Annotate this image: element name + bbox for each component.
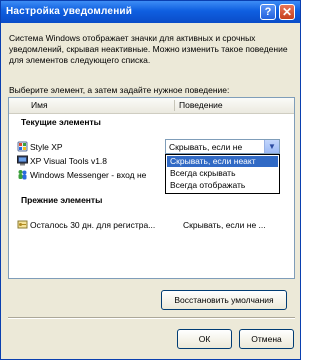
notification-settings-dialog: Настройка уведомлений ? ✕ Система Window…: [0, 0, 301, 360]
item-name: Windows Messenger - вход не: [30, 170, 147, 180]
column-divider[interactable]: [174, 100, 175, 111]
group-current-items: Текущие элементы: [21, 117, 101, 127]
chevron-down-icon[interactable]: ▼: [264, 140, 279, 153]
behavior-option-hide-when-inactive[interactable]: Скрывать, если неакт: [167, 156, 278, 167]
group-past-items: Прежние элементы: [21, 195, 103, 205]
dialog-divider: [8, 317, 295, 319]
instruction-text: Выберите элемент, а затем задайте нужное…: [9, 85, 230, 95]
behavior-option-always-hide[interactable]: Всегда скрывать: [167, 168, 278, 179]
item-name: Style XP: [30, 142, 63, 152]
title-bar[interactable]: Настройка уведомлений ? ✕: [1, 1, 300, 23]
list-item[interactable]: Осталось 30 дн. для регистра... Скрывать…: [17, 219, 287, 232]
column-header-behavior[interactable]: Поведение: [179, 100, 223, 110]
registration-key-icon: [17, 220, 28, 229]
help-button[interactable]: ?: [260, 4, 276, 20]
item-name: XP Visual Tools v1.8: [30, 156, 108, 166]
description-text: Система Windows отображает значки для ак…: [9, 33, 288, 65]
column-header-name[interactable]: Имя: [31, 100, 48, 110]
cancel-button[interactable]: Отмена: [239, 329, 294, 349]
window-title: Настройка уведомлений: [6, 6, 133, 17]
behavior-select[interactable]: Скрывать, если не ▼: [165, 139, 280, 154]
item-behavior: Скрывать, если не ...: [183, 220, 266, 230]
style-xp-icon: [17, 141, 28, 152]
item-name: Осталось 30 дн. для регистра...: [30, 220, 156, 230]
messenger-people-icon: [18, 170, 27, 180]
monitor-icon: [17, 155, 28, 166]
restore-defaults-button[interactable]: Восстановить умолчания: [161, 290, 287, 310]
ok-button[interactable]: ОК: [177, 329, 232, 349]
close-button[interactable]: ✕: [279, 4, 295, 20]
behavior-option-always-show[interactable]: Всегда отображать: [167, 180, 278, 191]
behavior-dropdown-list: Скрывать, если неакт Всегда скрывать Все…: [165, 154, 280, 194]
list-header: Имя Поведение: [9, 98, 294, 114]
behavior-select-value: Скрывать, если не: [169, 142, 243, 152]
